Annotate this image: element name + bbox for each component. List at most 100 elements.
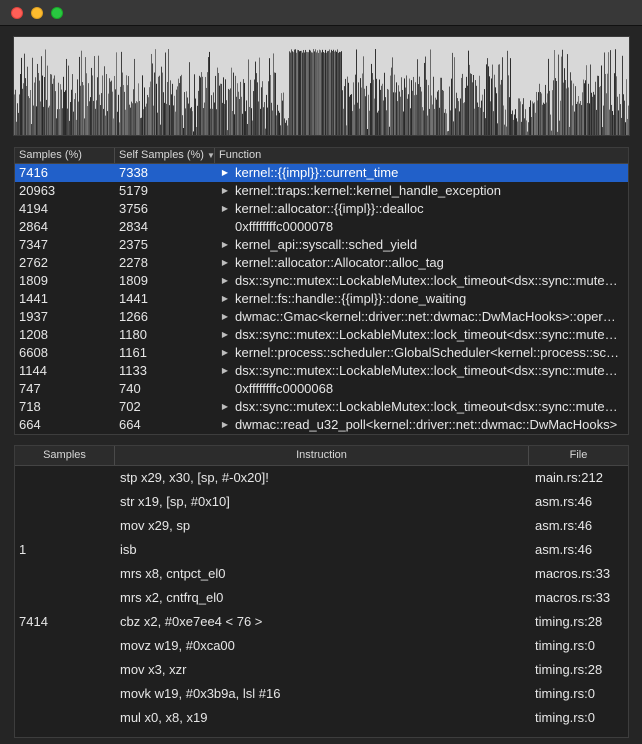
instruction-row[interactable]: mrs x2, cntfrq_el0 macros.rs:33: [15, 586, 628, 610]
instruction-row[interactable]: str x19, [sp, #0x10] asm.rs:46: [15, 490, 628, 514]
sample-timeline-graph[interactable]: [13, 36, 630, 136]
function-column-header[interactable]: Function: [215, 148, 628, 163]
instruction-column-header[interactable]: Instruction: [115, 446, 529, 465]
timeline-bar: [275, 72, 276, 135]
timeline-bar: [262, 81, 263, 135]
timeline-bar: [584, 83, 585, 135]
function-row[interactable]: 718 702 ▶ dsx::sync::mutex::LockableMutex::…: [15, 398, 628, 416]
function-row[interactable]: 1441 1441 ▶ kernel::fs::handle::{{impl}}::d…: [15, 290, 628, 308]
timeline-bar: [209, 51, 210, 135]
disclosure-triangle-icon[interactable]: ▶: [215, 416, 235, 434]
function-row[interactable]: 1144 1133 ▶ dsx::sync::mutex::LockableMutex…: [15, 362, 628, 380]
disclosure-triangle-icon[interactable]: ▶: [215, 308, 235, 326]
disclosure-triangle-icon[interactable]: ▶: [215, 344, 235, 362]
title-bar: [0, 0, 642, 26]
disclosure-triangle-icon[interactable]: ▶: [215, 236, 235, 254]
timeline-bar: [94, 56, 95, 135]
instruction-row[interactable]: mul x0, x8, x19 timing.rs:0: [15, 706, 628, 730]
instruction-samples-cell: [15, 562, 115, 586]
maximize-button[interactable]: [51, 7, 63, 19]
instruction-row[interactable]: mrs x8, cntpct_el0 macros.rs:33: [15, 562, 628, 586]
samples-column-header[interactable]: Samples (%): [15, 148, 115, 163]
timeline-bar: [470, 73, 471, 135]
timeline-bar: [429, 108, 430, 135]
disclosure-spacer: [215, 380, 235, 398]
timeline-bar: [508, 75, 509, 135]
timeline-bar: [513, 119, 514, 135]
timeline-bar: [128, 76, 129, 135]
disclosure-triangle-icon[interactable]: ▶: [215, 326, 235, 344]
function-row[interactable]: 6608 1161 ▶ kernel::process::scheduler::Glo…: [15, 344, 628, 362]
timeline-bar: [618, 110, 619, 135]
timeline-bar: [164, 102, 165, 135]
close-button[interactable]: [11, 7, 23, 19]
minimize-button[interactable]: [31, 7, 43, 19]
timeline-bar: [482, 94, 483, 135]
timeline-bar: [23, 83, 24, 135]
function-row[interactable]: 664 664 ▶ dwmac::read_u32_poll<kernel::driv…: [15, 416, 628, 434]
instruction-row[interactable]: movk w19, #0x3b9a, lsl #16 timing.rs:0: [15, 682, 628, 706]
timeline-bar: [573, 83, 574, 135]
disclosure-triangle-icon[interactable]: ▶: [215, 200, 235, 218]
timeline-bar: [582, 92, 583, 135]
timeline-bar: [408, 94, 409, 135]
timeline-bar: [181, 74, 182, 135]
timeline-bar: [253, 91, 254, 135]
function-row[interactable]: 1208 1180 ▶ dsx::sync::mutex::LockableMutex…: [15, 326, 628, 344]
file-column-header[interactable]: File: [529, 446, 628, 465]
function-row[interactable]: 2762 2278 ▶ kernel::allocator::Allocator::a…: [15, 254, 628, 272]
function-row[interactable]: 20963 5179 ▶ kernel::traps::kernel::kernel_…: [15, 182, 628, 200]
function-self-samples-cell: 1809: [119, 273, 148, 288]
timeline-bar: [49, 105, 50, 135]
timeline-bar: [316, 52, 317, 135]
function-row[interactable]: 1809 1809 ▶ dsx::sync::mutex::LockableMutex…: [15, 272, 628, 290]
timeline-bar: [157, 112, 158, 135]
instruction-row[interactable]: mov x3, xzr timing.rs:28: [15, 658, 628, 682]
timeline-bar: [261, 87, 262, 135]
function-row[interactable]: 2864 2834 0xffffffffc0000078: [15, 218, 628, 236]
function-row[interactable]: 7347 2375 ▶ kernel_api::syscall::sched_yiel…: [15, 236, 628, 254]
function-row[interactable]: 1937 1266 ▶ dwmac::Gmac<kernel::driver::net…: [15, 308, 628, 326]
timeline-bar: [189, 62, 190, 135]
instruction-row[interactable]: 7414 cbz x2, #0xe7ee4 < 76 > timing.rs:28: [15, 610, 628, 634]
timeline-bar: [95, 108, 96, 135]
instruction-row[interactable]: mov x29, sp asm.rs:46: [15, 514, 628, 538]
timeline-bar: [510, 58, 511, 135]
timeline-bar: [489, 76, 490, 135]
timeline-bar: [214, 102, 215, 135]
disclosure-triangle-icon[interactable]: ▶: [215, 290, 235, 308]
timeline-bar: [187, 97, 188, 135]
timeline-bar: [171, 94, 172, 135]
timeline-bar: [88, 83, 89, 135]
self-samples-column-header[interactable]: Self Samples (%) ▼: [115, 148, 215, 163]
timeline-bar: [172, 83, 173, 135]
function-samples-cell: 1144: [19, 363, 47, 378]
timeline-bar: [138, 83, 139, 135]
timeline-bar: [158, 76, 159, 135]
function-name-cell: dsx::sync::mutex::LockableMutex::lock_ti…: [235, 273, 628, 288]
timeline-bar: [601, 65, 602, 135]
disclosure-triangle-icon[interactable]: ▶: [215, 164, 235, 182]
disclosure-triangle-icon[interactable]: ▶: [215, 272, 235, 290]
function-row[interactable]: 4194 3756 ▶ kernel::allocator::{{impl}}::de…: [15, 200, 628, 218]
disclosure-triangle-icon[interactable]: ▶: [215, 398, 235, 416]
disclosure-triangle-icon[interactable]: ▶: [215, 182, 235, 200]
timeline-bar: [75, 93, 76, 135]
instruction-row[interactable]: stp x29, x30, [sp, #-0x20]! main.rs:212: [15, 466, 628, 490]
instr-samples-column-header[interactable]: Samples: [15, 446, 115, 465]
instruction-row[interactable]: movz w19, #0xca00 timing.rs:0: [15, 634, 628, 658]
disclosure-triangle-icon[interactable]: ▶: [215, 362, 235, 380]
timeline-bar: [180, 76, 181, 135]
timeline-bar: [337, 49, 338, 135]
instruction-row[interactable]: 1 isb asm.rs:46: [15, 538, 628, 562]
function-self-samples-cell: 2375: [119, 237, 148, 252]
disclosure-triangle-icon[interactable]: ▶: [215, 254, 235, 272]
timeline-bar: [507, 50, 508, 135]
timeline-bar: [597, 75, 598, 135]
function-row[interactable]: 7416 7338 ▶ kernel::{{impl}}::current_time: [15, 164, 628, 182]
timeline-bar: [351, 94, 352, 135]
function-row[interactable]: 747 740 0xffffffffc0000068: [15, 380, 628, 398]
timeline-bar: [589, 103, 590, 135]
timeline-bar: [473, 75, 474, 135]
timeline-bar: [284, 118, 285, 135]
